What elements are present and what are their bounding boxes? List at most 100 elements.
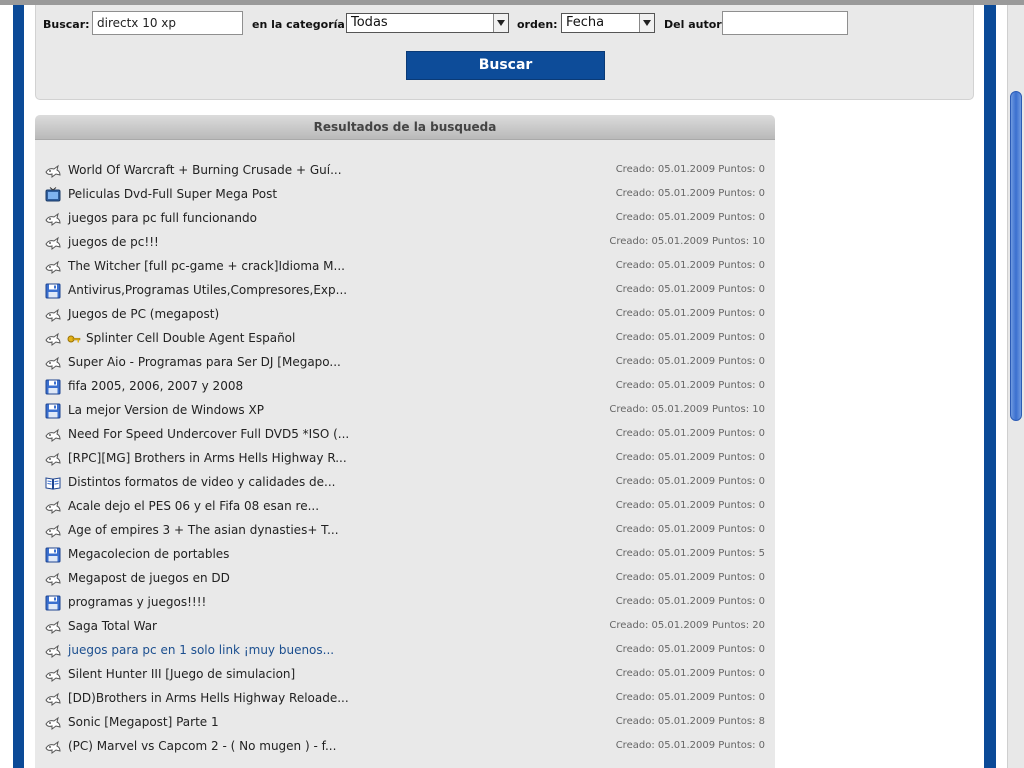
categoria-label: en la categoría: [252, 18, 350, 31]
result-row: World Of Warcraft + Burning Crusade + Gu… [35, 159, 775, 183]
result-meta: Creado: 05.01.2009 Puntos: 0 [615, 644, 765, 655]
result-row: juegos para pc full funcionando Creado: 0… [35, 207, 775, 231]
result-title-link[interactable]: Saga Total War [68, 619, 157, 633]
result-meta: Creado: 05.01.2009 Puntos: 10 [609, 236, 765, 247]
result-row: Megacolecion de portables Creado: 05.01.2… [35, 543, 775, 567]
result-row: Saga Total War Creado: 05.01.2009 Puntos:… [35, 615, 775, 639]
dove-icon [45, 739, 61, 755]
results-panel: Resultados de la busqueda World Of Warcr… [35, 115, 775, 768]
result-row: Acale dejo el PES 06 y el Fifa 08 esan r… [35, 495, 775, 519]
result-meta: Creado: 05.01.2009 Puntos: 0 [615, 428, 765, 439]
result-row: (PC) Marvel vs Capcom 2 - ( No mugen ) -… [35, 735, 775, 759]
floppy-icon [45, 595, 61, 611]
dove-icon [45, 355, 61, 371]
result-title-link[interactable]: Acale dejo el PES 06 y el Fifa 08 esan r… [68, 499, 319, 513]
result-row: juegos para pc en 1 solo link ¡muy bueno… [35, 639, 775, 663]
result-title-link[interactable]: fifa 2005, 2006, 2007 y 2008 [68, 379, 243, 393]
dove-icon [45, 715, 61, 731]
result-title-link[interactable]: World Of Warcraft + Burning Crusade + Gu… [68, 163, 342, 177]
result-row: Silent Hunter III [Juego de simulacion] C… [35, 663, 775, 687]
result-title-link[interactable]: Juegos de PC (megapost) [68, 307, 219, 321]
search-input[interactable] [92, 11, 243, 35]
dove-icon [45, 691, 61, 707]
dove-icon [45, 331, 61, 347]
result-meta: Creado: 05.01.2009 Puntos: 0 [615, 500, 765, 511]
result-title-link[interactable]: Need For Speed Undercover Full DVD5 *ISO… [68, 427, 349, 441]
dove-icon [45, 619, 61, 635]
scrollbar-thumb[interactable] [1010, 91, 1022, 421]
dove-icon [45, 667, 61, 683]
result-row: Juegos de PC (megapost) Creado: 05.01.200… [35, 303, 775, 327]
chevron-down-icon [639, 14, 654, 32]
result-title-link[interactable]: Age of empires 3 + The asian dynasties+ … [68, 523, 339, 537]
result-meta: Creado: 05.01.2009 Puntos: 0 [615, 452, 765, 463]
author-input[interactable] [722, 11, 848, 35]
page-border-right [984, 5, 996, 768]
search-button[interactable]: Buscar [406, 51, 605, 80]
order-select[interactable]: Fecha [561, 13, 655, 33]
result-title-link[interactable]: La mejor Version de Windows XP [68, 403, 264, 417]
result-title-link[interactable]: (PC) Marvel vs Capcom 2 - ( No mugen ) -… [68, 739, 336, 753]
result-title-link[interactable]: programas y juegos!!!! [68, 595, 206, 609]
result-meta: Creado: 05.01.2009 Puntos: 0 [615, 572, 765, 583]
vertical-scrollbar[interactable] [1007, 5, 1024, 768]
floppy-icon [45, 547, 61, 563]
orden-label: orden: [517, 18, 558, 31]
result-row: Distintos formatos de video y calidades … [35, 471, 775, 495]
result-title-link[interactable]: Silent Hunter III [Juego de simulacion] [68, 667, 295, 681]
result-title-link[interactable]: [DD)Brothers in Arms Hells Highway Reloa… [68, 691, 349, 705]
result-title-link[interactable]: Sonic [Megapost] Parte 1 [68, 715, 219, 729]
result-title-link[interactable]: juegos para pc full funcionando [68, 211, 257, 225]
result-title-link[interactable]: Super Aio - Programas para Ser DJ [Megap… [68, 355, 341, 369]
result-row: [DD)Brothers in Arms Hells Highway Reloa… [35, 687, 775, 711]
dove-icon [45, 259, 61, 275]
autor-label: Del autor: [664, 18, 727, 31]
result-meta: Creado: 05.01.2009 Puntos: 0 [615, 596, 765, 607]
result-title-link[interactable]: Distintos formatos de video y calidades … [68, 475, 335, 489]
result-row: Peliculas Dvd-Full Super Mega Post Creado… [35, 183, 775, 207]
dove-icon [45, 235, 61, 251]
result-meta: Creado: 05.01.2009 Puntos: 0 [615, 380, 765, 391]
result-title-link[interactable]: [RPC][MG] Brothers in Arms Hells Highway… [68, 451, 347, 465]
dove-icon [45, 643, 61, 659]
result-row: programas y juegos!!!! Creado: 05.01.2009… [35, 591, 775, 615]
search-panel: Buscar: en la categoría: Todas orden: Fe… [35, 5, 974, 100]
result-meta: Creado: 05.01.2009 Puntos: 0 [615, 260, 765, 271]
dove-icon [45, 499, 61, 515]
result-meta: Creado: 05.01.2009 Puntos: 0 [615, 164, 765, 175]
result-row: fifa 2005, 2006, 2007 y 2008 Creado: 05.0… [35, 375, 775, 399]
floppy-icon [45, 379, 61, 395]
result-title-link[interactable]: Peliculas Dvd-Full Super Mega Post [68, 187, 277, 201]
result-title-link[interactable]: juegos para pc en 1 solo link ¡muy bueno… [68, 643, 334, 657]
book-icon [45, 475, 61, 491]
results-header: Resultados de la busqueda [35, 115, 775, 140]
result-meta: Creado: 05.01.2009 Puntos: 0 [615, 740, 765, 751]
result-title-link[interactable]: Megapost de juegos en DD [68, 571, 230, 585]
result-title-link[interactable]: Megacolecion de portables [68, 547, 229, 561]
dove-icon [45, 211, 61, 227]
result-meta: Creado: 05.01.2009 Puntos: 10 [609, 404, 765, 415]
result-meta: Creado: 05.01.2009 Puntos: 20 [609, 620, 765, 631]
results-list: World Of Warcraft + Burning Crusade + Gu… [35, 159, 775, 759]
order-select-value: Fecha [566, 15, 605, 30]
result-meta: Creado: 05.01.2009 Puntos: 0 [615, 356, 765, 367]
dove-icon [45, 571, 61, 587]
result-row: Need For Speed Undercover Full DVD5 *ISO… [35, 423, 775, 447]
result-row: La mejor Version de Windows XP Creado: 05… [35, 399, 775, 423]
result-meta: Creado: 05.01.2009 Puntos: 0 [615, 668, 765, 679]
result-title-link[interactable]: Splinter Cell Double Agent Español [86, 331, 295, 345]
result-title-link[interactable]: juegos de pc!!! [68, 235, 159, 249]
result-title-link[interactable]: Antivirus,Programas Utiles,Compresores,E… [68, 283, 347, 297]
result-row: The Witcher [full pc-game + crack]Idioma… [35, 255, 775, 279]
result-row: [RPC][MG] Brothers in Arms Hells Highway… [35, 447, 775, 471]
result-row: Sonic [Megapost] Parte 1 Creado: 05.01.20… [35, 711, 775, 735]
dove-icon [45, 523, 61, 539]
result-row: Age of empires 3 + The asian dynasties+ … [35, 519, 775, 543]
result-title-link[interactable]: The Witcher [full pc-game + crack]Idioma… [68, 259, 345, 273]
floppy-icon [45, 283, 61, 299]
category-select[interactable]: Todas [346, 13, 509, 33]
result-meta: Creado: 05.01.2009 Puntos: 0 [615, 308, 765, 319]
page-border-left [13, 5, 24, 768]
result-meta: Creado: 05.01.2009 Puntos: 0 [615, 284, 765, 295]
result-meta: Creado: 05.01.2009 Puntos: 0 [615, 332, 765, 343]
